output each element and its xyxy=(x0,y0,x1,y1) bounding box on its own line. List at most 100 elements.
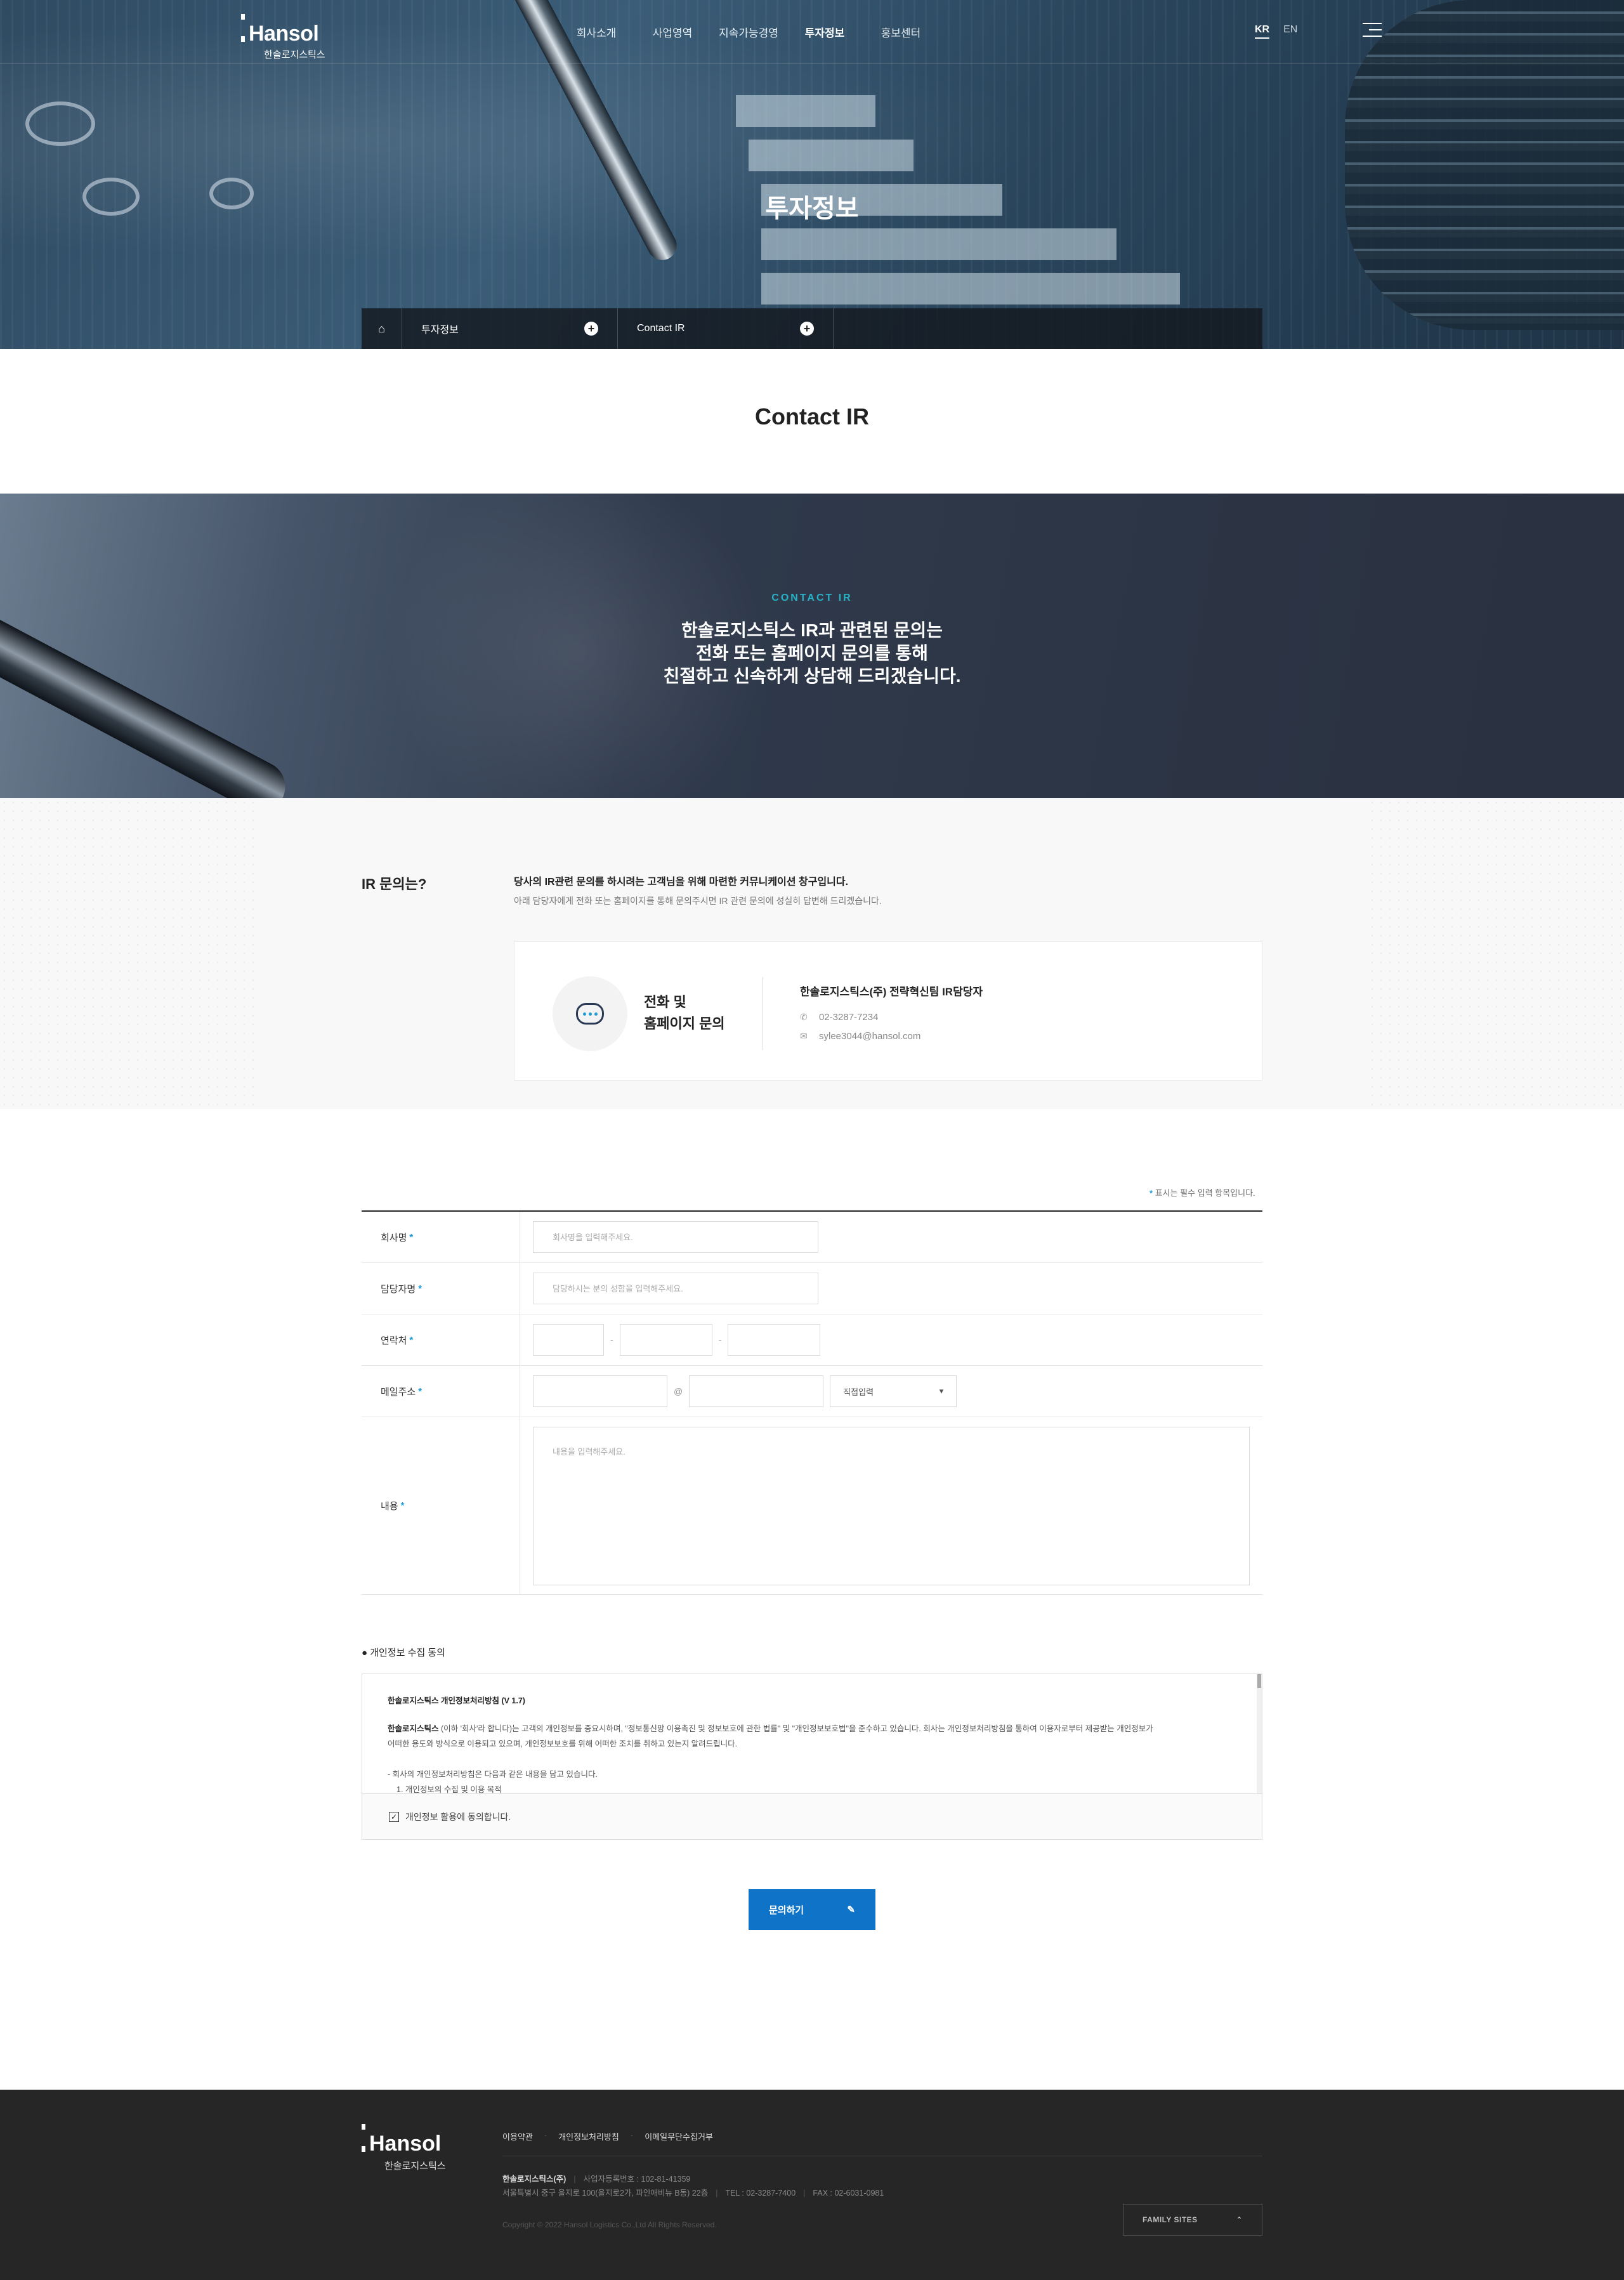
phone-separator: - xyxy=(610,1335,613,1345)
ir-card-title-line: 전화 및 xyxy=(644,994,686,1010)
submit-inquiry-button[interactable]: 문의하기 ✎ xyxy=(749,1889,875,1930)
logo-sub: 한솔로지스틱스 xyxy=(264,49,325,60)
plus-icon[interactable]: + xyxy=(584,322,598,336)
footer-fax: FAX : 02-6031-0981 xyxy=(813,2189,884,2198)
lang-kr[interactable]: KR xyxy=(1255,24,1270,39)
privacy-policy-paragraph: 1. 개인정보의 수집 및 이용 목적 xyxy=(396,1785,502,1794)
required-note: * 표시는 필수 입력 항목입니다. xyxy=(1149,1186,1255,1198)
banner-line: 한솔로지스틱스 IR과 관련된 문의는 xyxy=(681,620,943,640)
required-mark: * xyxy=(1149,1188,1153,1198)
footer-logo-sub: 한솔로지스틱스 xyxy=(384,2161,446,2172)
footer-copyright: Copyright © 2022 Hansol Logistics Co.,Lt… xyxy=(502,2220,717,2229)
content-label: 내용 * xyxy=(362,1417,520,1594)
phone-separator: - xyxy=(718,1335,722,1345)
manager-input[interactable] xyxy=(533,1273,818,1304)
divider xyxy=(762,977,763,1050)
caret-down-icon: ▾ xyxy=(939,1386,944,1396)
email-id-input[interactable] xyxy=(533,1375,667,1407)
family-sites-button[interactable]: FAMILY SITES ⌃ xyxy=(1123,2204,1262,2236)
breadcrumb-depth1[interactable]: 투자정보 + xyxy=(402,308,618,349)
hero-section: Hansol 한솔로지스틱스 회사소개 사업영역 지속가능경영 투자정보 홍보센… xyxy=(0,0,1624,349)
ir-phone-row: ✆ 02-3287-7234 xyxy=(800,1012,878,1023)
global-nav: Hansol 한솔로지스틱스 회사소개 사업영역 지속가능경영 투자정보 홍보센… xyxy=(0,0,1624,63)
privacy-scrollbar[interactable] xyxy=(1257,1674,1262,1793)
language-switcher: KR EN xyxy=(1255,24,1297,39)
footer-link-privacy[interactable]: 개인정보처리방침 xyxy=(558,2130,619,2142)
footer-logo-name: Hansol xyxy=(362,2124,446,2156)
privacy-policy-paragraph: 한솔로지스틱스 (이하 '회사'라 합니다)는 고객의 개인정보를 중요시하며,… xyxy=(388,1724,1153,1733)
checkbox-checked-icon[interactable]: ✓ xyxy=(389,1811,399,1822)
nav-item-company[interactable]: 회사소개 xyxy=(558,24,634,40)
banner-kicker: CONTACT IR xyxy=(771,593,853,603)
ir-contact-name: 한솔로지스틱스(주) 전략혁신팀 IR담당자 xyxy=(800,986,983,998)
nav-item-pr[interactable]: 홍보센터 xyxy=(863,24,939,40)
banner-line: 친절하고 신속하게 상담해 드리겠습니다. xyxy=(663,666,961,686)
main-menu: 회사소개 사업영역 지속가능경영 투자정보 홍보센터 xyxy=(558,24,939,40)
speech-bubble-icon xyxy=(553,976,627,1051)
page-title: Contact IR xyxy=(755,403,869,429)
ir-card-title-line: 홈페이지 문의 xyxy=(644,1016,725,1032)
form-row-manager: 담당자명 * xyxy=(362,1263,1262,1314)
nav-item-sustainability[interactable]: 지속가능경영 xyxy=(710,24,787,40)
contact-banner: CONTACT IR 한솔로지스틱스 IR과 관련된 문의는 전화 또는 홈페이… xyxy=(0,494,1624,798)
plus-icon[interactable]: + xyxy=(800,322,814,336)
header-logo[interactable]: Hansol 한솔로지스틱스 xyxy=(241,14,325,61)
form-row-email: 메일주소 * @ 직접입력 ▾ xyxy=(362,1366,1262,1417)
email-at: @ xyxy=(674,1386,683,1396)
nav-item-business[interactable]: 사업영역 xyxy=(634,24,710,40)
ir-lead: 당사의 IR관련 문의를 하시려는 고객님을 위해 마련한 커뮤니케이션 창구입… xyxy=(514,877,849,888)
footer-company-info: 한솔로지스틱스(주) | 사업자등록번호 : 102-81-41359 서울특별시 … xyxy=(502,2175,884,2198)
lang-en[interactable]: EN xyxy=(1283,24,1297,39)
email-domain-input[interactable] xyxy=(689,1375,824,1407)
banner-message: 한솔로지스틱스 IR과 관련된 문의는 전화 또는 홈페이지 문의를 통해 친절… xyxy=(0,619,1624,688)
ir-card-title: 전화 및 홈페이지 문의 xyxy=(644,992,725,1035)
breadcrumb: ⌂ 투자정보 + Contact IR + xyxy=(362,308,1262,349)
ir-description: 아래 담당자에게 전화 또는 홈페이지를 통해 문의주시면 IR 관련 문의에 … xyxy=(514,896,882,906)
company-input[interactable] xyxy=(533,1221,818,1253)
hero-title: 투자정보 xyxy=(765,195,859,223)
logo-name: Hansol xyxy=(241,14,325,46)
inquiry-form: 회사명* 담당자명* 연락처* - - 메일주소* @ 직접입력 ▾ 내용* xyxy=(362,1210,1262,1595)
home-icon[interactable]: ⌂ xyxy=(362,308,402,349)
ir-email[interactable]: sylee3044@hansol.com xyxy=(819,1031,920,1042)
email-domain-select[interactable]: 직접입력 ▾ xyxy=(830,1375,957,1407)
privacy-policy-box[interactable]: 한솔로지스틱스 개인정보처리방침 (V 1.7) 한솔로지스틱스 (이하 '회사… xyxy=(362,1674,1262,1794)
footer-company: 한솔로지스틱스(주) xyxy=(502,2175,566,2184)
content-textarea[interactable] xyxy=(533,1426,1250,1585)
ir-contact-card: 전화 및 홈페이지 문의 한솔로지스틱스(주) 전략혁신팀 IR담당자 ✆ 02… xyxy=(514,941,1262,1081)
ir-info-section: IR 문의는? 당사의 IR관련 문의를 하시려는 고객님을 위해 마련한 커뮤… xyxy=(0,798,1624,1109)
phone-input-3[interactable] xyxy=(728,1324,821,1356)
breadcrumb-depth1-label: 투자정보 xyxy=(421,325,459,336)
privacy-agree-label: 개인정보 활용에 동의합니다. xyxy=(405,1811,511,1822)
privacy-policy-paragraph: - 회사의 개인정보처리방침은 다음과 같은 내용을 담고 있습니다. xyxy=(388,1770,598,1779)
phone-input-2[interactable] xyxy=(619,1324,712,1356)
phone-icon: ✆ xyxy=(800,1012,808,1022)
family-sites-label: FAMILY SITES xyxy=(1143,2215,1198,2224)
ir-phone[interactable]: 02-3287-7234 xyxy=(819,1012,878,1023)
footer-link-terms[interactable]: 이용약관 xyxy=(502,2130,533,2142)
phone-input-1[interactable] xyxy=(533,1324,604,1356)
privacy-agree-row[interactable]: ✓ 개인정보 활용에 동의합니다. xyxy=(362,1794,1262,1840)
ir-email-row: ✉ sylee3044@hansol.com xyxy=(800,1031,920,1042)
footer-address: 서울특별시 중구 을지로 100(을지로2가, 파인애비뉴 B동) 22층 xyxy=(502,2189,709,2198)
footer-tel: TEL : 02-3287-7400 xyxy=(725,2189,796,2198)
required-note-text: 표시는 필수 입력 항목입니다. xyxy=(1155,1188,1255,1198)
privacy-policy-paragraph: 어떠한 용도와 방식으로 이용되고 있으며, 개인정보보호를 위해 어떠한 조치… xyxy=(388,1739,738,1748)
privacy-policy-title: 한솔로지스틱스 개인정보처리방침 (V 1.7) xyxy=(388,1696,525,1705)
email-domain-select-value: 직접입력 xyxy=(843,1387,874,1397)
footer: Hansol 한솔로지스틱스 이용약관 · 개인정보처리방침 · 이메일무단수집… xyxy=(0,2090,1624,2280)
banner-line: 전화 또는 홈페이지 문의를 통해 xyxy=(696,643,928,663)
submit-label: 문의하기 xyxy=(769,1904,804,1916)
phone-label: 연락처 * xyxy=(362,1314,520,1365)
form-row-phone: 연락처 * - - xyxy=(362,1314,1262,1366)
nav-item-investor[interactable]: 투자정보 xyxy=(787,24,863,40)
footer-links: 이용약관 · 개인정보처리방침 · 이메일무단수집거부 xyxy=(502,2130,713,2142)
hamburger-menu-icon[interactable] xyxy=(1363,23,1382,38)
footer-link-email-refusal[interactable]: 이메일무단수집거부 xyxy=(645,2130,713,2142)
company-label: 회사명 * xyxy=(362,1212,520,1262)
pencil-icon: ✎ xyxy=(847,1904,855,1915)
footer-logo[interactable]: Hansol 한솔로지스틱스 xyxy=(362,2124,446,2172)
mail-icon: ✉ xyxy=(800,1031,808,1041)
breadcrumb-depth2[interactable]: Contact IR + xyxy=(618,308,834,349)
email-label: 메일주소 * xyxy=(362,1366,520,1417)
